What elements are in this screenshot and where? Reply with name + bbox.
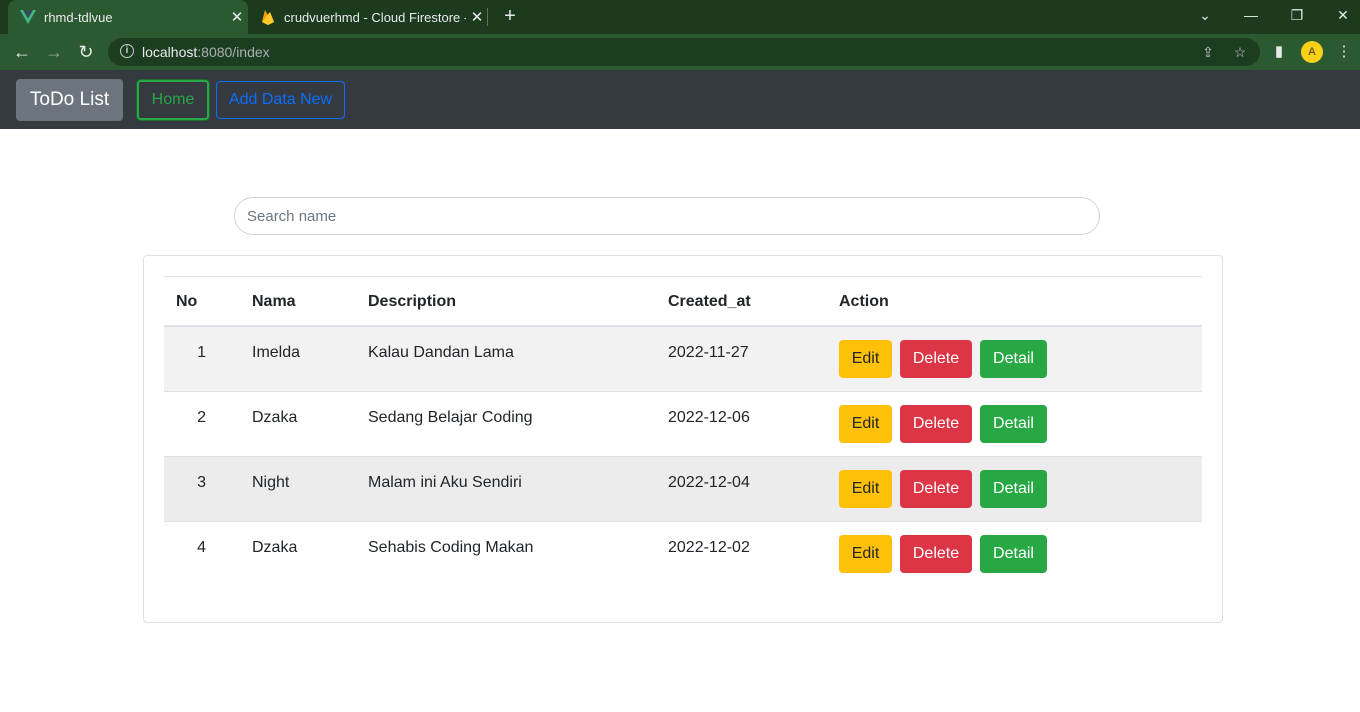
new-tab-icon[interactable]: + (498, 4, 522, 30)
back-arrow-icon[interactable]: ← (9, 39, 35, 65)
cell-no: 4 (197, 539, 206, 556)
edit-button[interactable]: Edit (839, 535, 892, 573)
search-input[interactable] (234, 197, 1100, 235)
brand-button[interactable]: ToDo List (16, 79, 123, 121)
cell-description: Sehabis Coding Makan (368, 539, 534, 556)
cell-nama: Dzaka (252, 539, 298, 556)
delete-button[interactable]: Delete (900, 535, 972, 573)
app-navbar: ToDo List Home Add Data New (0, 70, 1360, 129)
table-header: No Nama Description Created_at Action (164, 277, 1202, 327)
cell-created-at: 2022-12-02 (668, 539, 750, 556)
header-no: No (176, 293, 198, 310)
cell-nama: Dzaka (252, 409, 298, 426)
cell-created-at: 2022-12-06 (668, 409, 750, 426)
todo-table: No Nama Description Created_at Action 1 … (164, 276, 1202, 587)
cell-created-at: 2022-12-04 (668, 474, 750, 491)
close-window-icon[interactable]: ✕ (1320, 0, 1360, 30)
cell-no: 3 (197, 474, 206, 491)
close-tab-icon[interactable]: ✕ (226, 8, 248, 26)
delete-button[interactable]: Delete (900, 405, 972, 443)
cell-description: Malam ini Aku Sendiri (368, 474, 522, 491)
detail-button[interactable]: Detail (980, 535, 1047, 573)
cell-no: 2 (197, 409, 206, 426)
table-row: 2 Dzaka Sedang Belajar Coding 2022-12-06… (164, 392, 1202, 457)
reload-icon[interactable]: ↻ (73, 39, 99, 65)
header-description: Description (368, 293, 457, 310)
cell-nama: Night (252, 474, 290, 491)
tab-title: crudvuerhmd - Cloud Firestore - (284, 9, 466, 25)
table-row: 3 Night Malam ini Aku Sendiri 2022-12-04… (164, 457, 1202, 522)
close-tab-icon[interactable]: ✕ (466, 8, 488, 26)
home-button[interactable]: Home (137, 80, 209, 120)
tab-separator (487, 8, 488, 26)
header-action: Action (839, 293, 889, 310)
url-text: localhost:8080/index (142, 44, 270, 60)
profile-avatar[interactable]: A (1301, 41, 1323, 63)
detail-button[interactable]: Detail (980, 340, 1047, 378)
detail-button[interactable]: Detail (980, 405, 1047, 443)
cell-description: Sedang Belajar Coding (368, 409, 533, 426)
edit-button[interactable]: Edit (839, 470, 892, 508)
site-info-icon[interactable]: i (120, 44, 134, 58)
share-icon[interactable]: ⇪ (1198, 42, 1218, 62)
address-bar[interactable]: i localhost:8080/index ⇪ ☆ (108, 38, 1260, 66)
cell-nama: Imelda (252, 344, 301, 361)
menu-kebab-icon[interactable]: ⋮ (1333, 41, 1355, 63)
browser-toolbar: ← → ↻ i localhost:8080/index ⇪ ☆ ▮ A ⋮ (0, 34, 1360, 70)
side-panel-icon[interactable]: ▮ (1268, 41, 1290, 63)
firebase-flame-icon (260, 9, 276, 25)
browser-tab-inactive[interactable]: crudvuerhmd - Cloud Firestore - ✕ (250, 0, 488, 34)
edit-button[interactable]: Edit (839, 405, 892, 443)
bookmark-star-icon[interactable]: ☆ (1230, 42, 1250, 62)
table-row: 4 Dzaka Sehabis Coding Makan 2022-12-02 … (164, 522, 1202, 587)
add-data-button[interactable]: Add Data New (216, 81, 345, 119)
table-row: 1 Imelda Kalau Dandan Lama 2022-11-27 Ed… (164, 327, 1202, 392)
delete-button[interactable]: Delete (900, 340, 972, 378)
cell-description: Kalau Dandan Lama (368, 344, 514, 361)
edit-button[interactable]: Edit (839, 340, 892, 378)
delete-button[interactable]: Delete (900, 470, 972, 508)
forward-arrow-icon[interactable]: → (41, 39, 67, 65)
minimize-icon[interactable]: — (1228, 0, 1274, 30)
restore-icon[interactable]: ❐ (1274, 0, 1320, 30)
cell-created-at: 2022-11-27 (668, 344, 749, 361)
header-nama: Nama (252, 293, 296, 310)
detail-button[interactable]: Detail (980, 470, 1047, 508)
header-created-at: Created_at (668, 293, 751, 310)
tab-title: rhmd-tdlvue (44, 9, 113, 25)
table-card: No Nama Description Created_at Action 1 … (143, 255, 1223, 623)
vue-logo-icon (20, 9, 36, 25)
browser-tabstrip: rhmd-tdlvue ✕ crudvuerhmd - Cloud Firest… (0, 0, 1360, 34)
tab-search-chevron-icon[interactable]: ⌄ (1182, 0, 1228, 30)
cell-no: 1 (197, 344, 206, 361)
browser-tab-active[interactable]: rhmd-tdlvue ✕ (8, 0, 248, 34)
